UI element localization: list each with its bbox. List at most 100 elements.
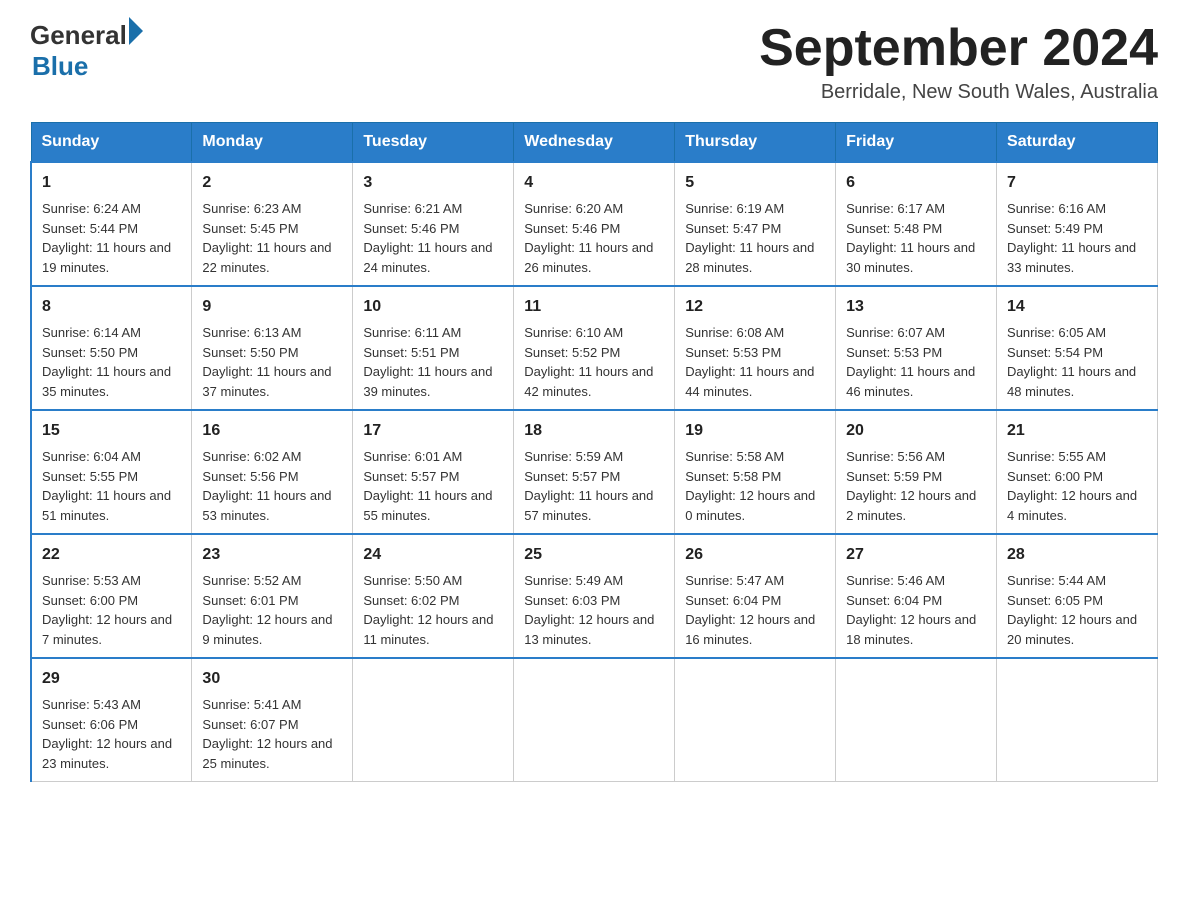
day-number: 29 xyxy=(42,667,181,691)
calendar-cell xyxy=(514,658,675,782)
header-wednesday: Wednesday xyxy=(514,123,675,163)
day-info: Sunrise: 6:16 AMSunset: 5:49 PMDaylight:… xyxy=(1007,199,1147,277)
header: General Blue September 2024 Berridale, N… xyxy=(30,20,1158,104)
calendar-cell xyxy=(675,658,836,782)
calendar-cell: 15 Sunrise: 6:04 AMSunset: 5:55 PMDayligh… xyxy=(31,410,192,534)
day-number: 11 xyxy=(524,295,664,319)
day-number: 22 xyxy=(42,543,181,567)
day-info: Sunrise: 5:59 AMSunset: 5:57 PMDaylight:… xyxy=(524,447,664,525)
calendar-cell xyxy=(353,658,514,782)
calendar-cell: 9Sunrise: 6:13 AMSunset: 5:50 PMDaylight… xyxy=(192,286,353,410)
header-friday: Friday xyxy=(836,123,997,163)
day-info: Sunrise: 5:41 AMSunset: 6:07 PMDaylight:… xyxy=(202,695,342,773)
logo-general: General xyxy=(30,20,127,51)
day-number: 28 xyxy=(1007,543,1147,567)
day-info: Sunrise: 5:52 AMSunset: 6:01 PMDaylight:… xyxy=(202,571,342,649)
calendar-cell: 21Sunrise: 5:55 AMSunset: 6:00 PMDayligh… xyxy=(997,410,1158,534)
calendar-cell: 8Sunrise: 6:14 AMSunset: 5:50 PMDaylight… xyxy=(31,286,192,410)
calendar-cell: 28 Sunrise: 5:44 AMSunset: 6:05 PMDayligh… xyxy=(997,534,1158,658)
logo: General Blue xyxy=(30,20,143,82)
day-number: 30 xyxy=(202,667,342,691)
calendar-cell: 24Sunrise: 5:50 AMSunset: 6:02 PMDayligh… xyxy=(353,534,514,658)
day-number: 24 xyxy=(363,543,503,567)
calendar-cell: 13Sunrise: 6:07 AMSunset: 5:53 PMDayligh… xyxy=(836,286,997,410)
day-info: Sunrise: 5:55 AMSunset: 6:00 PMDaylight:… xyxy=(1007,447,1147,525)
day-info: Sunrise: 6:11 AMSunset: 5:51 PMDaylight:… xyxy=(363,323,503,401)
day-number: 17 xyxy=(363,419,503,443)
day-info: Sunrise: 6:13 AMSunset: 5:50 PMDaylight:… xyxy=(202,323,342,401)
day-info: Sunrise: 5:56 AMSunset: 5:59 PMDaylight:… xyxy=(846,447,986,525)
calendar-header: SundayMondayTuesdayWednesdayThursdayFrid… xyxy=(31,123,1158,163)
day-number: 27 xyxy=(846,543,986,567)
day-info: Sunrise: 6:21 AMSunset: 5:46 PMDaylight:… xyxy=(363,199,503,277)
day-number: 3 xyxy=(363,171,503,195)
calendar-week-3: 15 Sunrise: 6:04 AMSunset: 5:55 PMDayligh… xyxy=(31,410,1158,534)
day-number: 2 xyxy=(202,171,342,195)
day-number: 18 xyxy=(524,419,664,443)
calendar-cell: 25Sunrise: 5:49 AMSunset: 6:03 PMDayligh… xyxy=(514,534,675,658)
day-number: 26 xyxy=(685,543,825,567)
calendar-cell: 7 Sunrise: 6:16 AMSunset: 5:49 PMDaylight… xyxy=(997,162,1158,286)
calendar-cell: 1Sunrise: 6:24 AMSunset: 5:44 PMDaylight… xyxy=(31,162,192,286)
header-sunday: Sunday xyxy=(31,123,192,163)
calendar-week-2: 8Sunrise: 6:14 AMSunset: 5:50 PMDaylight… xyxy=(31,286,1158,410)
day-number: 14 xyxy=(1007,295,1147,319)
day-info: Sunrise: 6:19 AMSunset: 5:47 PMDaylight:… xyxy=(685,199,825,277)
calendar-cell: 22 Sunrise: 5:53 AMSunset: 6:00 PMDayligh… xyxy=(31,534,192,658)
calendar-cell: 10 Sunrise: 6:11 AMSunset: 5:51 PMDayligh… xyxy=(353,286,514,410)
calendar-cell: 16 Sunrise: 6:02 AMSunset: 5:56 PMDayligh… xyxy=(192,410,353,534)
calendar-cell: 17 Sunrise: 6:01 AMSunset: 5:57 PMDayligh… xyxy=(353,410,514,534)
day-number: 16 xyxy=(202,419,342,443)
day-info: Sunrise: 5:53 AMSunset: 6:00 PMDaylight:… xyxy=(42,571,181,649)
day-info: Sunrise: 6:20 AMSunset: 5:46 PMDaylight:… xyxy=(524,199,664,277)
calendar-cell: 20 Sunrise: 5:56 AMSunset: 5:59 PMDayligh… xyxy=(836,410,997,534)
calendar-cell: 23 Sunrise: 5:52 AMSunset: 6:01 PMDayligh… xyxy=(192,534,353,658)
day-info: Sunrise: 5:44 AMSunset: 6:05 PMDaylight:… xyxy=(1007,571,1147,649)
day-number: 23 xyxy=(202,543,342,567)
calendar-cell: 2 Sunrise: 6:23 AMSunset: 5:45 PMDaylight… xyxy=(192,162,353,286)
day-info: Sunrise: 6:23 AMSunset: 5:45 PMDaylight:… xyxy=(202,199,342,277)
calendar-cell: 6 Sunrise: 6:17 AMSunset: 5:48 PMDaylight… xyxy=(836,162,997,286)
day-info: Sunrise: 6:17 AMSunset: 5:48 PMDaylight:… xyxy=(846,199,986,277)
day-info: Sunrise: 6:04 AMSunset: 5:55 PMDaylight:… xyxy=(42,447,181,525)
day-number: 20 xyxy=(846,419,986,443)
day-info: Sunrise: 6:24 AMSunset: 5:44 PMDaylight:… xyxy=(42,199,181,277)
day-info: Sunrise: 6:01 AMSunset: 5:57 PMDaylight:… xyxy=(363,447,503,525)
day-info: Sunrise: 6:14 AMSunset: 5:50 PMDaylight:… xyxy=(42,323,181,401)
header-tuesday: Tuesday xyxy=(353,123,514,163)
calendar-cell: 14 Sunrise: 6:05 AMSunset: 5:54 PMDayligh… xyxy=(997,286,1158,410)
day-number: 6 xyxy=(846,171,986,195)
calendar-cell: 12 Sunrise: 6:08 AMSunset: 5:53 PMDayligh… xyxy=(675,286,836,410)
day-info: Sunrise: 5:47 AMSunset: 6:04 PMDaylight:… xyxy=(685,571,825,649)
calendar-cell: 18 Sunrise: 5:59 AMSunset: 5:57 PMDayligh… xyxy=(514,410,675,534)
calendar-week-4: 22 Sunrise: 5:53 AMSunset: 6:00 PMDayligh… xyxy=(31,534,1158,658)
day-number: 7 xyxy=(1007,171,1147,195)
header-monday: Monday xyxy=(192,123,353,163)
day-number: 25 xyxy=(524,543,664,567)
day-number: 15 xyxy=(42,419,181,443)
day-info: Sunrise: 6:05 AMSunset: 5:54 PMDaylight:… xyxy=(1007,323,1147,401)
calendar-cell: 30 Sunrise: 5:41 AMSunset: 6:07 PMDayligh… xyxy=(192,658,353,782)
calendar-body: 1Sunrise: 6:24 AMSunset: 5:44 PMDaylight… xyxy=(31,162,1158,782)
day-number: 12 xyxy=(685,295,825,319)
day-number: 5 xyxy=(685,171,825,195)
calendar-cell: 26 Sunrise: 5:47 AMSunset: 6:04 PMDayligh… xyxy=(675,534,836,658)
day-info: Sunrise: 6:07 AMSunset: 5:53 PMDaylight:… xyxy=(846,323,986,401)
day-info: Sunrise: 6:08 AMSunset: 5:53 PMDaylight:… xyxy=(685,323,825,401)
day-info: Sunrise: 5:46 AMSunset: 6:04 PMDaylight:… xyxy=(846,571,986,649)
logo-triangle-icon xyxy=(129,17,143,45)
calendar-cell: 27 Sunrise: 5:46 AMSunset: 6:04 PMDayligh… xyxy=(836,534,997,658)
calendar-week-1: 1Sunrise: 6:24 AMSunset: 5:44 PMDaylight… xyxy=(31,162,1158,286)
calendar-table: SundayMondayTuesdayWednesdayThursdayFrid… xyxy=(30,122,1158,782)
day-info: Sunrise: 6:02 AMSunset: 5:56 PMDaylight:… xyxy=(202,447,342,525)
calendar-cell: 3 Sunrise: 6:21 AMSunset: 5:46 PMDaylight… xyxy=(353,162,514,286)
calendar-cell xyxy=(836,658,997,782)
day-info: Sunrise: 5:43 AMSunset: 6:06 PMDaylight:… xyxy=(42,695,181,773)
calendar-cell xyxy=(997,658,1158,782)
header-saturday: Saturday xyxy=(997,123,1158,163)
day-info: Sunrise: 5:58 AMSunset: 5:58 PMDaylight:… xyxy=(685,447,825,525)
subtitle: Berridale, New South Wales, Australia xyxy=(759,81,1158,104)
day-number: 10 xyxy=(363,295,503,319)
logo-blue: Blue xyxy=(32,51,143,82)
main-title: September 2024 xyxy=(759,20,1158,77)
